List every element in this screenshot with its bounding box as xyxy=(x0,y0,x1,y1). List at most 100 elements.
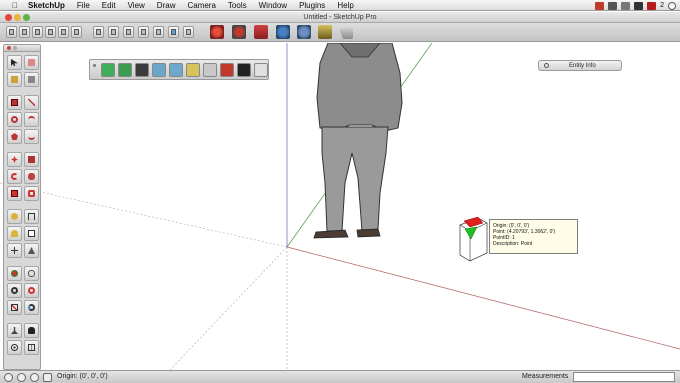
view-back-button[interactable] xyxy=(58,26,69,38)
3d-text-tool[interactable] xyxy=(24,243,39,258)
screen-icon[interactable] xyxy=(621,1,631,10)
menu-tools[interactable]: Tools xyxy=(222,0,253,11)
rotate-tool[interactable] xyxy=(7,169,22,184)
tape-measure-tool[interactable] xyxy=(7,209,22,224)
menu-file[interactable]: File xyxy=(71,0,96,11)
arrow-icon xyxy=(11,59,18,66)
hidden-line-button[interactable] xyxy=(138,26,149,38)
film-icon[interactable] xyxy=(608,1,618,10)
style-button-4[interactable] xyxy=(152,63,166,77)
record-icon[interactable] xyxy=(595,1,605,10)
help-icon[interactable] xyxy=(30,373,39,382)
menu-window[interactable]: Window xyxy=(253,0,293,11)
zoom-extents-tool[interactable] xyxy=(7,300,22,315)
dimension-tool[interactable] xyxy=(24,209,39,224)
zoom-window-tool[interactable] xyxy=(24,283,39,298)
modeling-viewport[interactable] xyxy=(0,42,680,371)
minimize-window-icon[interactable] xyxy=(14,14,21,21)
menu-help[interactable]: Help xyxy=(331,0,359,11)
menu-camera[interactable]: Camera xyxy=(181,0,221,11)
instructor-icon[interactable] xyxy=(43,373,52,382)
make-component-tool[interactable] xyxy=(24,72,39,87)
select-tool[interactable] xyxy=(7,55,22,70)
palette-close-icon[interactable] xyxy=(7,46,11,50)
circle-icon xyxy=(11,116,18,123)
share-component-button[interactable] xyxy=(254,25,268,39)
shaded-textures-button[interactable] xyxy=(168,26,179,38)
wireframe-button[interactable] xyxy=(123,26,134,38)
style-button-5[interactable] xyxy=(169,63,183,77)
geolocation-icon[interactable] xyxy=(4,373,13,382)
previous-view-tool[interactable] xyxy=(24,300,39,315)
components-button[interactable] xyxy=(210,25,224,39)
panel-collapse-icon[interactable] xyxy=(544,63,549,68)
back-edges-button[interactable] xyxy=(108,26,119,38)
style-button-1[interactable] xyxy=(101,63,115,77)
palette-minimize-icon[interactable] xyxy=(13,46,17,50)
measurements-input[interactable] xyxy=(573,372,675,382)
position-camera-tool[interactable] xyxy=(7,323,22,338)
time-machine-icon[interactable] xyxy=(668,1,676,10)
shaded-button[interactable] xyxy=(153,26,164,38)
menu-plugins[interactable]: Plugins xyxy=(293,0,331,11)
monochrome-button[interactable] xyxy=(183,26,194,38)
polygon-tool[interactable] xyxy=(7,129,22,144)
zoom-tool[interactable] xyxy=(7,283,22,298)
orbit-tool[interactable] xyxy=(7,266,22,281)
eraser-tool[interactable] xyxy=(24,55,39,70)
display-icon[interactable] xyxy=(634,1,644,10)
view-top-button[interactable] xyxy=(19,26,30,38)
extension-warehouse-button[interactable] xyxy=(276,25,290,39)
pan-tool[interactable] xyxy=(24,266,39,281)
viewport-canvas[interactable] xyxy=(0,42,680,371)
add-location-button[interactable] xyxy=(297,25,311,39)
front-view-icon xyxy=(35,29,40,35)
scale-tool[interactable] xyxy=(7,186,22,201)
adobe-icon[interactable] xyxy=(647,1,657,10)
entity-info-panel[interactable]: Entity Info xyxy=(538,60,622,71)
style-button-9[interactable] xyxy=(237,63,251,77)
circle-tool[interactable] xyxy=(7,112,22,127)
style-button-3[interactable] xyxy=(135,63,149,77)
follow-me-tool[interactable] xyxy=(24,169,39,184)
menu-view[interactable]: View xyxy=(122,0,151,11)
protractor-tool[interactable] xyxy=(7,226,22,241)
3d-warehouse-button[interactable] xyxy=(232,25,246,39)
apple-menu-icon[interactable]:  xyxy=(8,1,22,10)
style-button-6[interactable] xyxy=(186,63,200,77)
walk-tool[interactable] xyxy=(24,323,39,338)
menu-sketchup[interactable]: SketchUp xyxy=(22,0,71,11)
axes-tool[interactable] xyxy=(7,243,22,258)
arc-tool[interactable] xyxy=(24,112,39,127)
style-button-8[interactable] xyxy=(220,63,234,77)
look-around-tool[interactable] xyxy=(7,340,22,355)
toolbar-close-icon[interactable] xyxy=(93,64,96,67)
section-plane-tool[interactable] xyxy=(24,340,39,355)
view-front-button[interactable] xyxy=(32,26,43,38)
zoom-window-icon[interactable] xyxy=(23,14,30,21)
menu-draw[interactable]: Draw xyxy=(151,0,182,11)
text-tool[interactable] xyxy=(24,226,39,241)
move-tool[interactable] xyxy=(7,152,22,167)
layout-send-button[interactable] xyxy=(339,25,353,39)
line-tool[interactable] xyxy=(24,95,39,110)
view-right-button[interactable] xyxy=(45,26,56,38)
style-button-10[interactable] xyxy=(254,63,268,77)
text-icon xyxy=(28,230,35,237)
scale-figure-person[interactable] xyxy=(313,42,403,239)
freehand-tool[interactable] xyxy=(24,129,39,144)
style-button-7[interactable] xyxy=(203,63,217,77)
style-button-2[interactable] xyxy=(118,63,132,77)
inference-cube[interactable] xyxy=(459,216,488,262)
paint-bucket-tool[interactable] xyxy=(7,72,22,87)
view-left-button[interactable] xyxy=(71,26,82,38)
push-pull-tool[interactable] xyxy=(24,152,39,167)
offset-tool[interactable] xyxy=(24,186,39,201)
menu-edit[interactable]: Edit xyxy=(96,0,122,11)
view-iso-button[interactable] xyxy=(6,26,17,38)
credits-icon[interactable] xyxy=(17,373,26,382)
xray-style-button[interactable] xyxy=(93,26,104,38)
close-window-icon[interactable] xyxy=(5,14,12,21)
rectangle-tool[interactable] xyxy=(7,95,22,110)
photo-textures-button[interactable] xyxy=(318,25,332,39)
